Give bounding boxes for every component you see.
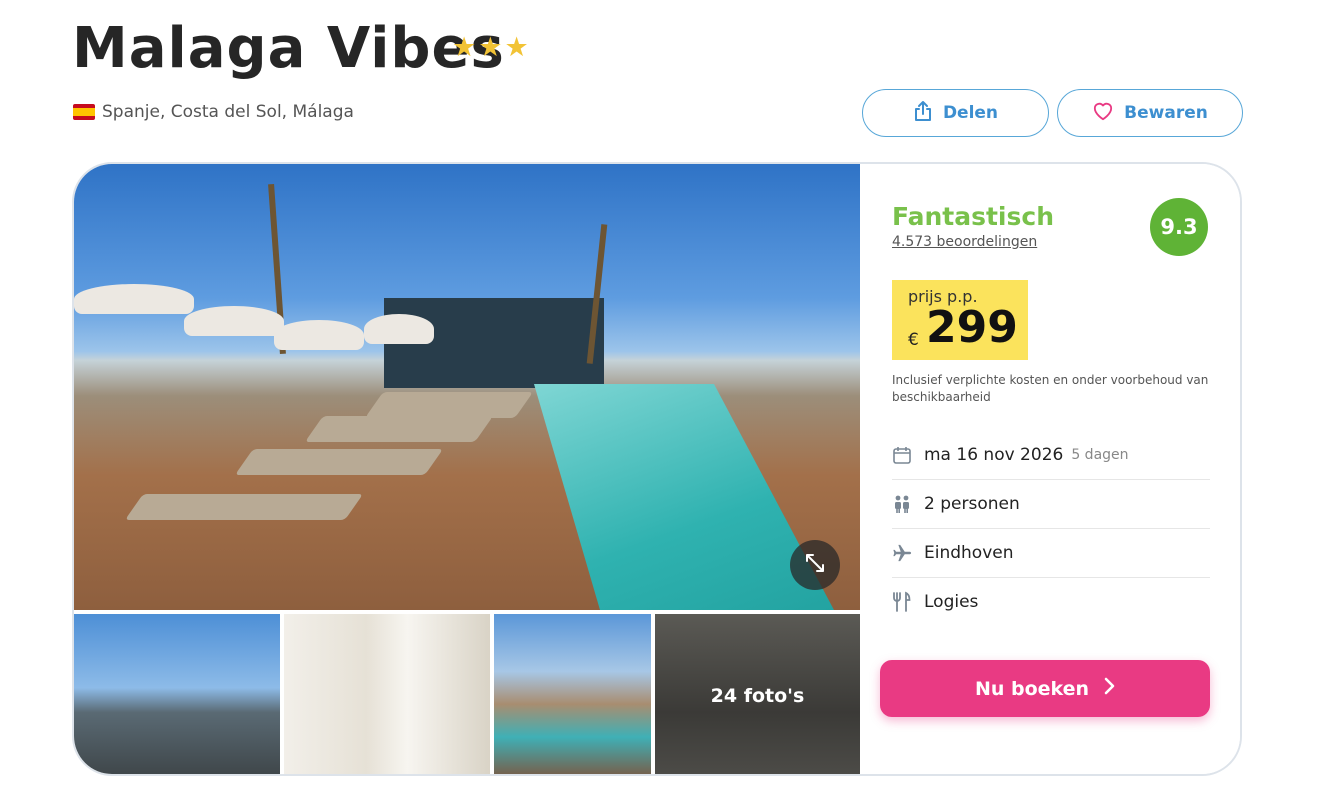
thumbnail-photo[interactable] xyxy=(74,614,280,774)
detail-board[interactable]: Logies xyxy=(892,577,1210,626)
detail-departure[interactable]: Eindhoven xyxy=(892,528,1210,578)
book-now-button[interactable]: Nu boeken xyxy=(880,660,1210,717)
lounger xyxy=(124,494,364,520)
rating-label: Fantastisch xyxy=(892,202,1054,231)
main-photo[interactable] xyxy=(74,164,860,610)
star-icon: ★ xyxy=(478,32,503,63)
price-box: prijs p.p. € 299 xyxy=(892,280,1028,360)
reviews-link[interactable]: 4.573 beoordelingen xyxy=(892,234,1037,250)
duration-text: 5 dagen xyxy=(1071,446,1129,463)
more-photos-label: 24 foto's xyxy=(710,685,805,707)
save-label: Bewaren xyxy=(1124,103,1208,123)
star-icon: ★ xyxy=(452,32,477,63)
spain-flag-icon xyxy=(73,104,95,120)
thumbnail-photo[interactable] xyxy=(494,614,651,774)
lounger xyxy=(234,449,444,475)
cutlery-icon xyxy=(892,591,912,612)
save-button[interactable]: Bewaren xyxy=(1057,89,1243,137)
price-note: Inclusief verplichte kosten en onder voo… xyxy=(892,373,1209,404)
umbrella xyxy=(364,314,434,344)
location: Spanje, Costa del Sol, Málaga xyxy=(73,102,354,122)
umbrella xyxy=(184,306,284,336)
date-text: ma 16 nov 2026 xyxy=(924,444,1064,465)
share-button[interactable]: Delen xyxy=(862,89,1049,137)
score-badge: 9.3 xyxy=(1150,198,1208,256)
departure-text: Eindhoven xyxy=(924,542,1014,563)
expand-photo-button[interactable] xyxy=(790,540,840,590)
board-text: Logies xyxy=(924,591,979,612)
share-label: Delen xyxy=(942,103,999,123)
umbrella xyxy=(74,284,194,314)
detail-persons[interactable]: 2 personen xyxy=(892,479,1210,529)
price-amount: 299 xyxy=(926,302,1018,353)
expand-icon xyxy=(804,552,826,578)
hotel-title: Malaga Vibes xyxy=(72,16,505,81)
lounger xyxy=(364,392,534,418)
calendar-icon xyxy=(892,445,912,465)
book-now-label: Nu boeken xyxy=(974,677,1090,700)
detail-date[interactable]: ma 16 nov 2026 5 dagen xyxy=(892,430,1210,480)
currency-symbol: € xyxy=(908,330,919,350)
star-rating: ★ ★ ★ xyxy=(452,34,529,61)
chevron-right-icon xyxy=(1103,677,1115,700)
persons-text: 2 personen xyxy=(924,493,1020,514)
persons-icon xyxy=(892,494,912,514)
share-icon xyxy=(913,100,933,127)
thumbnail-photo[interactable] xyxy=(284,614,490,774)
lounger xyxy=(304,416,494,442)
booking-panel: Fantastisch 4.573 beoordelingen 9.3 prij… xyxy=(860,164,1240,774)
umbrella xyxy=(274,320,364,350)
location-text: Spanje, Costa del Sol, Málaga xyxy=(102,102,354,122)
hotel-card: 24 foto's Fantastisch 4.573 beoordelinge… xyxy=(72,162,1242,776)
star-icon: ★ xyxy=(504,32,529,63)
plane-icon xyxy=(892,543,912,563)
pool xyxy=(534,384,834,610)
heart-icon xyxy=(1092,101,1114,126)
more-photos-thumbnail[interactable]: 24 foto's xyxy=(655,614,860,774)
